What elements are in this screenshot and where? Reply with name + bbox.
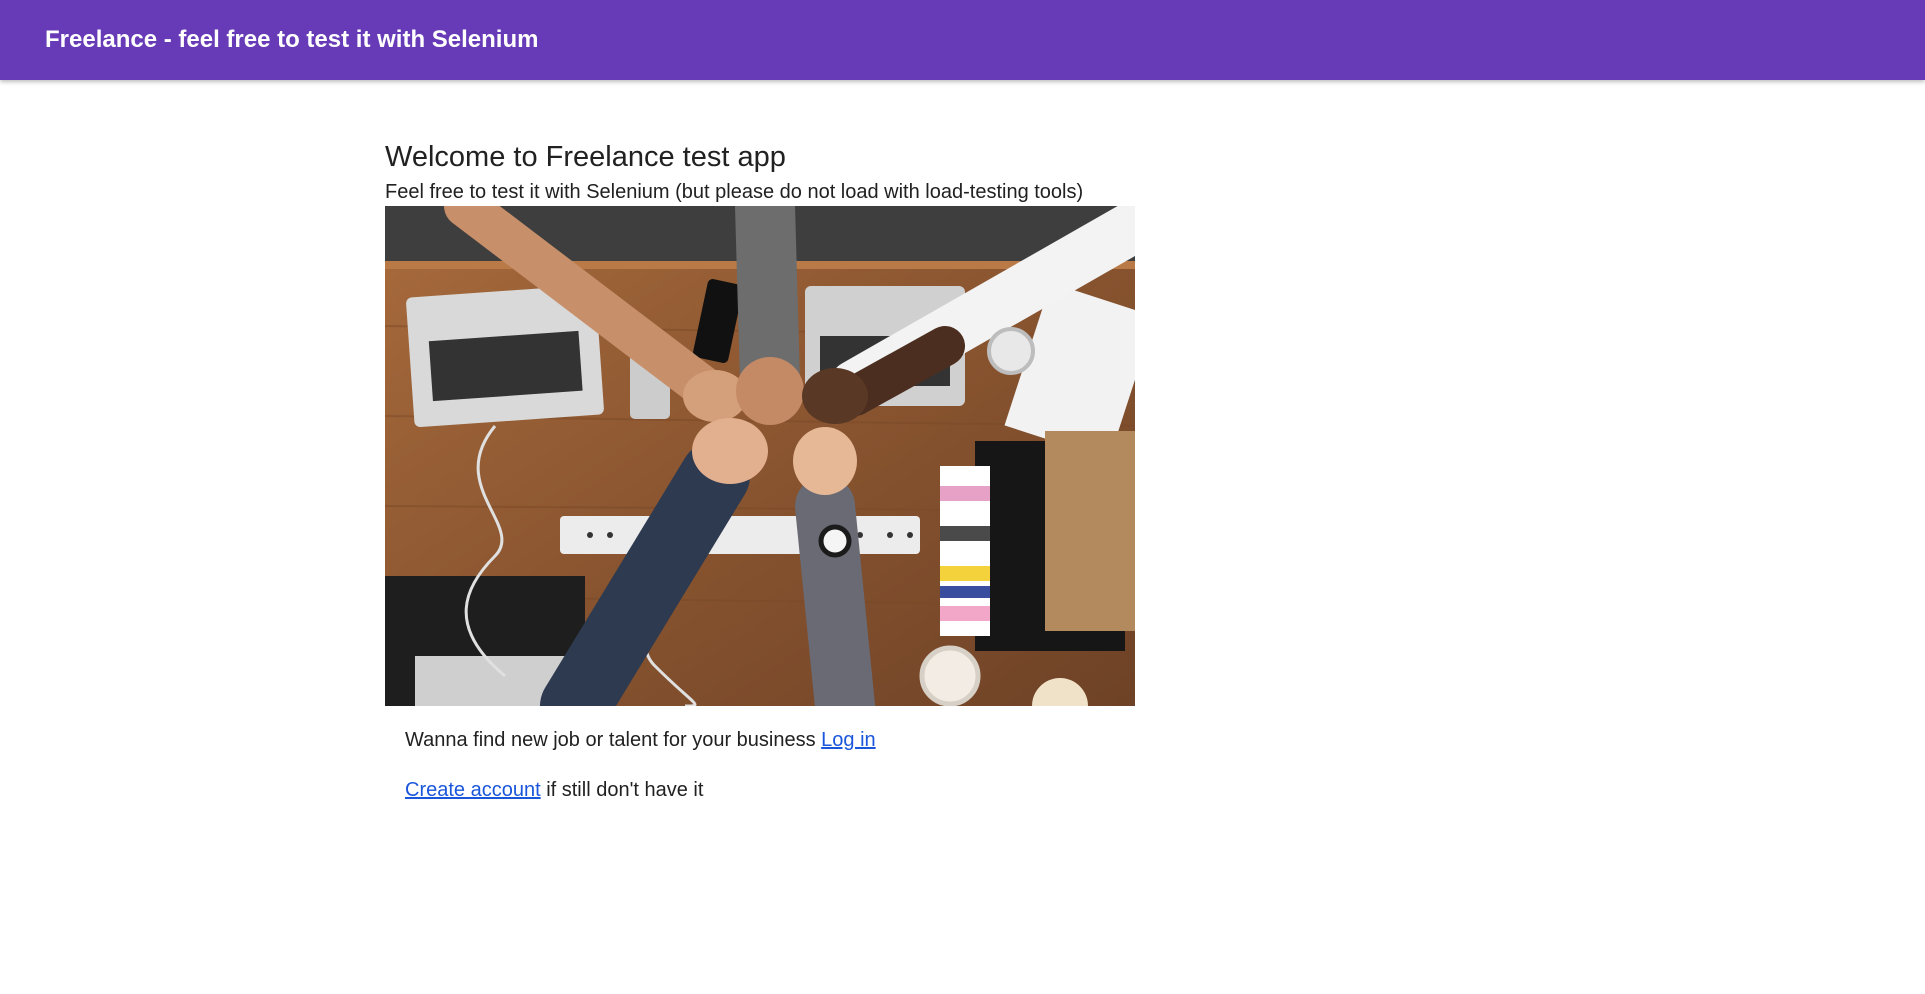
main-content: Welcome to Freelance test app Feel free … — [385, 136, 1135, 826]
page-subtitle: Feel free to test it with Selenium (but … — [385, 181, 1084, 203]
login-link[interactable]: Log in — [821, 729, 876, 751]
login-line: Wanna find new job or talent for your bu… — [405, 726, 1135, 754]
app-header: Freelance - feel free to test it with Se… — [0, 0, 1925, 80]
register-line: Create account if still don't have it — [405, 776, 1135, 804]
page-title: Welcome to Freelance test app — [385, 141, 786, 173]
register-prompt: if still don't have it — [540, 779, 704, 801]
app-title: Freelance - feel free to test it with Se… — [45, 26, 539, 53]
auth-links: Wanna find new job or talent for your bu… — [385, 706, 1135, 804]
create-account-link[interactable]: Create account — [405, 779, 541, 801]
hero-image — [385, 206, 1135, 706]
login-prompt: Wanna find new job or talent for your bu… — [405, 729, 822, 751]
